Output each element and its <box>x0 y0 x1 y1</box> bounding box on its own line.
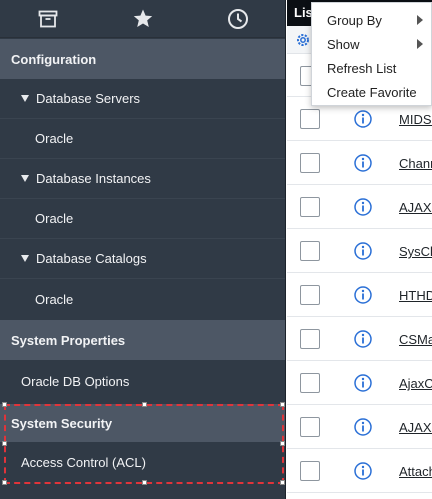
row-checkbox[interactable] <box>300 417 320 437</box>
record-link[interactable]: CSMan <box>399 332 432 347</box>
module-label: Oracle DB Options <box>21 374 130 389</box>
tab-favorites[interactable] <box>95 0 190 37</box>
record-link[interactable]: AJAXC <box>399 200 432 215</box>
section-label: System Properties <box>11 332 126 348</box>
module-oracle-db-options[interactable]: Oracle DB Options <box>0 360 285 403</box>
menu-item-label: Refresh List <box>327 60 397 76</box>
section-label: System Security <box>11 415 113 431</box>
application-navigator: Configuration Database Servers Oracle Da… <box>0 0 286 499</box>
module-label: Oracle <box>35 131 74 146</box>
gear-icon[interactable] <box>295 32 311 48</box>
row-checkbox[interactable] <box>300 373 320 393</box>
info-icon[interactable] <box>354 154 372 172</box>
submenu-arrow-icon <box>417 39 423 49</box>
tab-history[interactable] <box>190 0 285 37</box>
submenu-arrow-icon <box>417 15 423 25</box>
expand-triangle-icon <box>21 255 29 262</box>
table-row: Attach <box>287 449 432 493</box>
star-icon <box>133 9 152 27</box>
row-checkbox[interactable] <box>300 153 320 173</box>
module-oracle-instances[interactable]: Oracle <box>0 199 285 239</box>
section-system-properties[interactable]: System Properties <box>0 320 285 360</box>
info-icon[interactable] <box>354 242 372 260</box>
table-row: CSMan <box>287 317 432 361</box>
menu-item-show[interactable]: Show <box>312 32 432 56</box>
expand-triangle-icon <box>21 95 29 102</box>
info-icon[interactable] <box>354 418 372 436</box>
info-icon[interactable] <box>354 374 372 392</box>
menu-item-create-favorite[interactable]: Create Favorite <box>312 80 432 104</box>
table-row: AjaxCu <box>287 361 432 405</box>
module-database-catalogs[interactable]: Database Catalogs <box>0 239 285 279</box>
resize-handle <box>2 441 7 446</box>
list-title: Lis <box>294 5 313 20</box>
resize-handle <box>142 480 147 485</box>
resize-handle <box>142 402 147 407</box>
module-access-control-acl[interactable]: Access Control (ACL) <box>0 442 285 482</box>
module-label: Database Instances <box>36 171 151 186</box>
record-link[interactable]: HTHD. <box>399 288 432 303</box>
record-link[interactable]: Attach <box>399 464 432 479</box>
info-icon[interactable] <box>354 198 372 216</box>
clock-icon <box>227 8 248 29</box>
list-context-menu: Group By Show Refresh List Create Favori… <box>311 2 432 106</box>
module-label: Access Control (ACL) <box>21 454 146 470</box>
module-database-servers[interactable]: Database Servers <box>0 79 285 119</box>
section-system-security[interactable]: System Security <box>0 404 285 442</box>
table-row: HTHD. <box>287 273 432 317</box>
info-icon[interactable] <box>354 330 372 348</box>
record-link[interactable]: Chann <box>399 156 432 171</box>
resize-handle <box>2 480 7 485</box>
expand-triangle-icon <box>21 175 29 182</box>
menu-item-label: Show <box>327 36 360 52</box>
resize-handle <box>280 402 285 407</box>
section-label: Configuration <box>11 51 97 67</box>
record-link[interactable]: AjaxCu <box>399 376 432 391</box>
resize-handle <box>280 480 285 485</box>
module-label: Database Catalogs <box>36 251 147 266</box>
module-label: Database Servers <box>36 91 141 106</box>
archive-icon <box>38 10 57 27</box>
menu-item-group-by[interactable]: Group By <box>312 8 432 32</box>
info-icon[interactable] <box>354 286 372 304</box>
table-row: Chann <box>287 141 432 185</box>
menu-item-label: Create Favorite <box>327 84 417 100</box>
row-checkbox[interactable] <box>300 285 320 305</box>
module-oracle-servers[interactable]: Oracle <box>0 119 285 159</box>
navigator-tabs <box>0 0 285 38</box>
tab-all-applications[interactable] <box>0 0 95 37</box>
row-checkbox[interactable] <box>300 461 320 481</box>
row-checkbox[interactable] <box>300 109 320 129</box>
record-link[interactable]: AJAXP <box>399 420 432 435</box>
module-label: Oracle <box>35 211 74 226</box>
row-checkbox[interactable] <box>300 329 320 349</box>
module-label: Oracle <box>35 291 74 307</box>
table-row: AJAXC <box>287 185 432 229</box>
menu-item-label: Group By <box>327 12 382 28</box>
module-database-instances[interactable]: Database Instances <box>0 159 285 199</box>
info-icon[interactable] <box>354 110 372 128</box>
resize-handle <box>280 441 285 446</box>
table-row: SysClu <box>287 229 432 273</box>
record-link[interactable]: SysClu <box>399 244 432 259</box>
section-configuration[interactable]: Configuration <box>0 39 285 79</box>
menu-item-refresh-list[interactable]: Refresh List <box>312 56 432 80</box>
row-checkbox[interactable] <box>300 241 320 261</box>
record-link[interactable]: MIDSe <box>399 112 432 127</box>
row-checkbox[interactable] <box>300 197 320 217</box>
module-oracle-catalogs[interactable]: Oracle <box>0 279 285 319</box>
resize-handle <box>2 402 7 407</box>
table-row: AJAXP <box>287 405 432 449</box>
info-icon[interactable] <box>354 462 372 480</box>
